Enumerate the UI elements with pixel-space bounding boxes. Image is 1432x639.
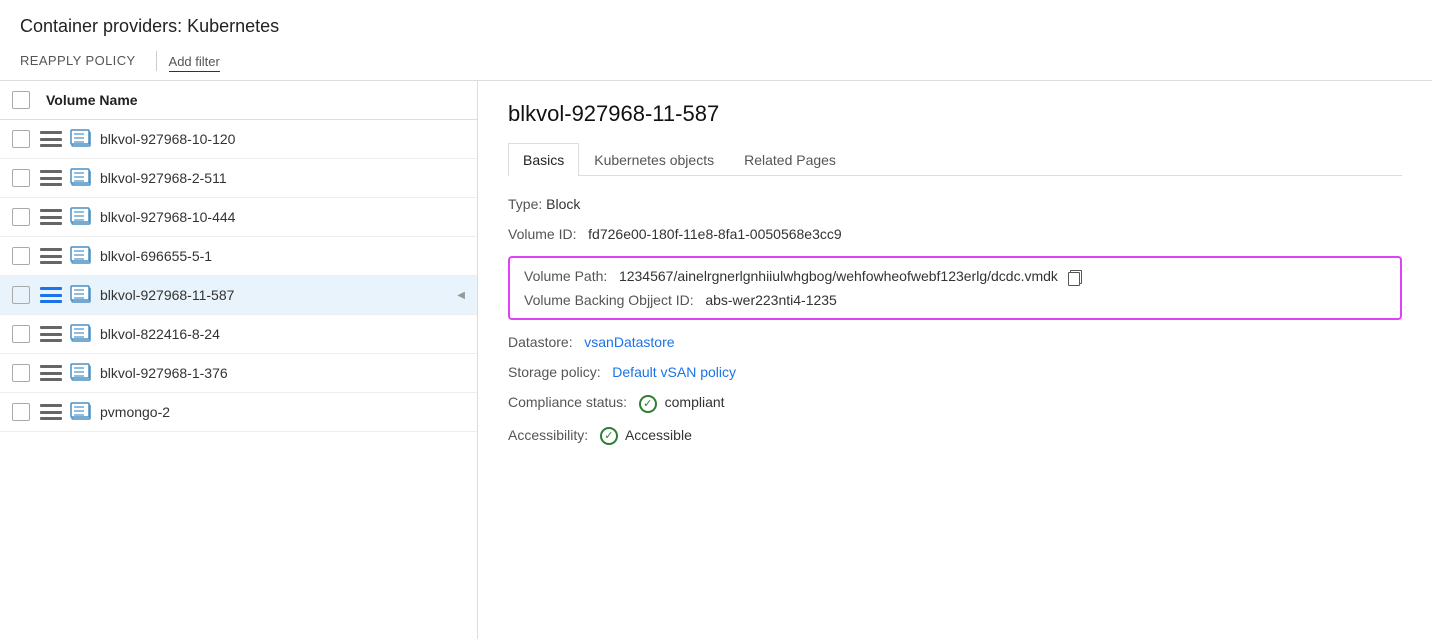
datastore-label: Datastore:	[508, 334, 573, 350]
list-item[interactable]: blkvol-822416-8-24	[0, 315, 477, 354]
datastore-field: Datastore: vsanDatastore	[508, 334, 1402, 350]
type-field: Type: Block	[508, 196, 1402, 212]
reapply-policy-button[interactable]: REAPPLY POLICY	[20, 49, 144, 72]
type-value: Block	[546, 196, 580, 212]
list-item[interactable]: blkvol-696655-5-1	[0, 237, 477, 276]
accessibility-field: Accessibility: ✓ Accessible	[508, 427, 1402, 445]
volume-path-label: Volume Path:	[524, 268, 607, 284]
compliance-check-icon: ✓	[639, 395, 657, 413]
detail-tabs: Basics Kubernetes objects Related Pages	[508, 143, 1402, 176]
collapse-arrow-icon[interactable]: ◀	[457, 290, 465, 301]
volume-path-field: Volume Path: 1234567/ainelrgnerlgnhiiulw…	[524, 268, 1386, 284]
list-item[interactable]: blkvol-927968-11-587 ◀	[0, 276, 477, 315]
volume-backing-label: Volume Backing Objject ID:	[524, 292, 694, 308]
page-title: Container providers: Kubernetes	[0, 0, 1432, 45]
storage-policy-field: Storage policy: Default vSAN policy	[508, 364, 1402, 380]
volume-icon	[70, 402, 92, 422]
row-checkbox[interactable]	[12, 208, 30, 226]
volume-icon	[70, 285, 92, 305]
accessibility-check-icon: ✓	[600, 427, 618, 445]
add-filter-button[interactable]: Add filter	[169, 50, 220, 72]
volume-icon	[70, 246, 92, 266]
volume-name-text: blkvol-927968-11-587	[100, 287, 234, 303]
volume-name-text: blkvol-927968-1-376	[100, 365, 228, 381]
row-menu-icon[interactable]	[40, 170, 62, 186]
detail-title: blkvol-927968-11-587	[508, 101, 1402, 127]
toolbar-divider	[156, 51, 157, 71]
list-item[interactable]: pvmongo-2	[0, 393, 477, 432]
row-menu-icon[interactable]	[40, 209, 62, 225]
volume-path-value: 1234567/ainelrgnerlgnhiiulwhgbog/wehfowh…	[611, 268, 1058, 284]
volume-name-text: blkvol-927968-10-444	[100, 209, 235, 225]
highlighted-fields-box: Volume Path: 1234567/ainelrgnerlgnhiiulw…	[508, 256, 1402, 320]
row-menu-icon[interactable]	[40, 365, 62, 381]
row-checkbox[interactable]	[12, 286, 30, 304]
volume-name-text: blkvol-927968-2-511	[100, 170, 227, 186]
row-menu-icon[interactable]	[40, 131, 62, 147]
header-title-text: Container providers: Kubernetes	[20, 16, 279, 36]
row-menu-icon[interactable]	[40, 326, 62, 342]
list-header: Volume Name	[0, 81, 477, 120]
row-checkbox[interactable]	[12, 169, 30, 187]
list-item[interactable]: blkvol-927968-10-444	[0, 198, 477, 237]
compliance-status-value: compliant	[665, 394, 725, 410]
volume-icon	[70, 207, 92, 227]
list-item[interactable]: blkvol-927968-2-511	[0, 159, 477, 198]
tab-basics[interactable]: Basics	[508, 143, 579, 176]
row-menu-icon[interactable]	[40, 404, 62, 420]
row-checkbox[interactable]	[12, 325, 30, 343]
row-checkbox[interactable]	[12, 130, 30, 148]
volume-name-text: blkvol-822416-8-24	[100, 326, 220, 342]
volume-name-text: pvmongo-2	[100, 404, 170, 420]
left-panel: Volume Name blkvol-927968-10-120 blkvol-…	[0, 81, 478, 639]
compliance-status-label: Compliance status:	[508, 394, 627, 410]
row-menu-icon[interactable]	[40, 248, 62, 264]
volume-backing-field: Volume Backing Objject ID: abs-wer223nti…	[524, 292, 1386, 308]
tab-related-pages[interactable]: Related Pages	[729, 143, 851, 176]
volume-id-value: fd726e00-180f-11e8-8fa1-0050568e3cc9	[580, 226, 841, 242]
volume-id-label: Volume ID:	[508, 226, 576, 242]
volume-icon	[70, 129, 92, 149]
row-checkbox[interactable]	[12, 247, 30, 265]
volume-icon	[70, 168, 92, 188]
select-all-checkbox[interactable]	[12, 91, 30, 109]
volume-backing-value: abs-wer223nti4-1235	[698, 292, 837, 308]
right-panel: blkvol-927968-11-587 Basics Kubernetes o…	[478, 81, 1432, 639]
copy-path-icon[interactable]	[1068, 270, 1082, 284]
list-item[interactable]: blkvol-927968-10-120	[0, 120, 477, 159]
storage-policy-label: Storage policy:	[508, 364, 601, 380]
tab-kubernetes-objects[interactable]: Kubernetes objects	[579, 143, 729, 176]
volume-id-field: Volume ID: fd726e00-180f-11e8-8fa1-00505…	[508, 226, 1402, 242]
main-content: Volume Name blkvol-927968-10-120 blkvol-…	[0, 81, 1432, 639]
row-checkbox[interactable]	[12, 364, 30, 382]
datastore-link[interactable]: vsanDatastore	[584, 334, 674, 350]
accessibility-label: Accessibility:	[508, 427, 588, 443]
list-item[interactable]: blkvol-927968-1-376	[0, 354, 477, 393]
volume-name-text: blkvol-696655-5-1	[100, 248, 212, 264]
row-checkbox[interactable]	[12, 403, 30, 421]
type-label: Type:	[508, 196, 542, 212]
volume-name-text: blkvol-927968-10-120	[100, 131, 235, 147]
accessibility-value: Accessible	[625, 427, 692, 443]
compliance-status-field: Compliance status: ✓ compliant	[508, 394, 1402, 412]
storage-policy-link[interactable]: Default vSAN policy	[612, 364, 736, 380]
row-menu-icon[interactable]	[40, 287, 62, 303]
volume-name-column-header: Volume Name	[46, 92, 138, 108]
volume-icon	[70, 324, 92, 344]
toolbar: REAPPLY POLICY Add filter	[0, 45, 1432, 81]
volume-icon	[70, 363, 92, 383]
